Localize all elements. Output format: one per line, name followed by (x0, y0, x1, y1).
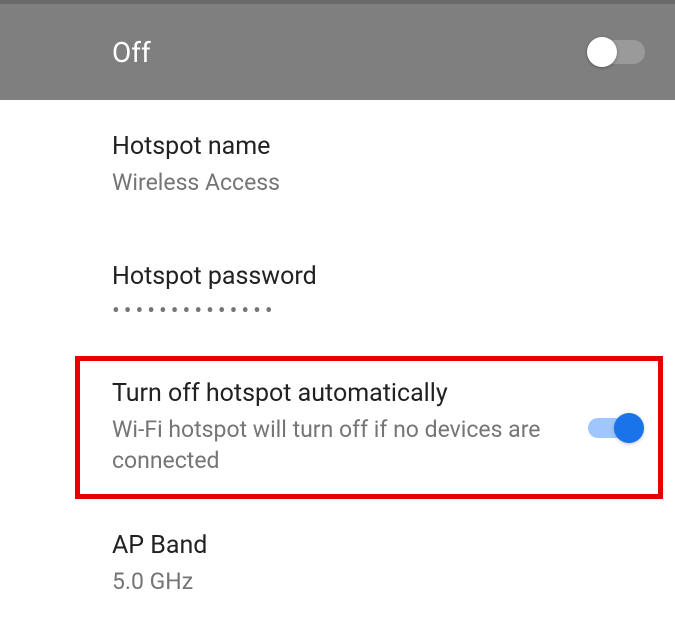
ap-band-setting[interactable]: AP Band 5.0 GHz (112, 499, 645, 629)
hotspot-master-toggle-header[interactable]: Off (0, 4, 675, 100)
ap-band-value: 5.0 GHz (112, 566, 645, 597)
hotspot-master-toggle[interactable] (589, 40, 645, 64)
toggle-knob (614, 413, 644, 443)
hotspot-name-setting[interactable]: Hotspot name Wireless Access (112, 100, 645, 230)
auto-off-text: Turn off hotspot automatically Wi-Fi hot… (112, 379, 588, 476)
hotspot-password-title: Hotspot password (112, 262, 645, 291)
hotspot-password-setting[interactable]: Hotspot password •••••••••••••• (112, 230, 645, 356)
toggle-knob (587, 37, 617, 67)
hotspot-name-value: Wireless Access (112, 167, 645, 198)
highlighted-setting-box: Turn off hotspot automatically Wi-Fi hot… (75, 356, 663, 499)
settings-list-continued: AP Band 5.0 GHz (0, 499, 675, 629)
hotspot-name-title: Hotspot name (112, 132, 645, 161)
auto-off-setting[interactable]: Turn off hotspot automatically Wi-Fi hot… (112, 379, 640, 476)
auto-off-subtitle: Wi-Fi hotspot will turn off if no device… (112, 414, 568, 476)
hotspot-status-label: Off (112, 36, 151, 69)
auto-off-title: Turn off hotspot automatically (112, 379, 568, 408)
ap-band-title: AP Band (112, 531, 645, 560)
auto-off-toggle[interactable] (588, 418, 640, 438)
hotspot-password-value: •••••••••••••• (112, 297, 645, 324)
settings-list: Hotspot name Wireless Access Hotspot pas… (0, 100, 675, 356)
